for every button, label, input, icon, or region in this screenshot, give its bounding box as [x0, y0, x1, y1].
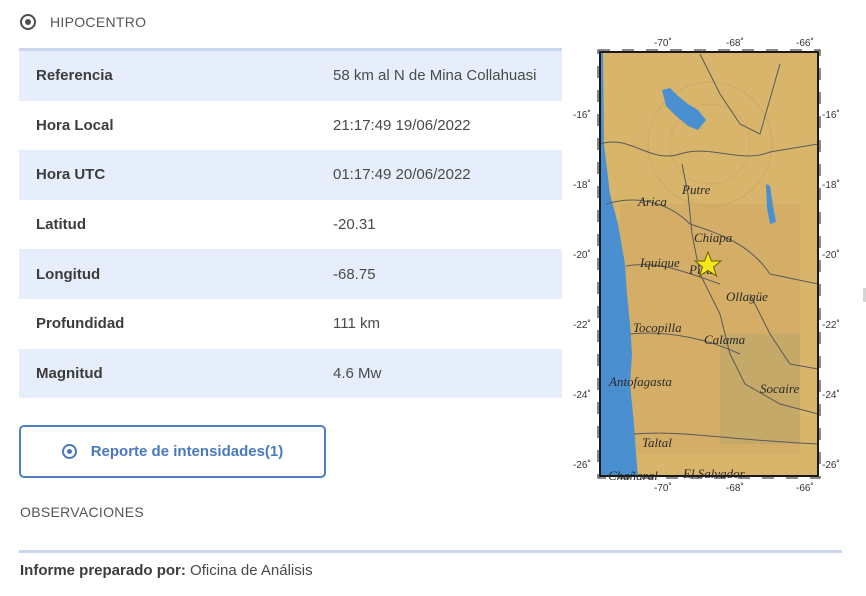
prepared-by-value: Oficina de Análisis	[190, 562, 313, 579]
lat-tick: -20˚	[573, 249, 591, 261]
row-value: 01:17:49 20/06/2022	[333, 166, 471, 184]
row-value: 4.6 Mw	[333, 364, 382, 382]
table-row: Hora UTC 01:17:49 20/06/2022	[19, 150, 562, 200]
row-label: Magnitud	[36, 364, 103, 382]
section-header: HIPOCENTRO	[20, 14, 146, 30]
intensity-report-button[interactable]: Reporte de intensidades(1)	[19, 425, 326, 478]
place-label: Putre	[681, 182, 711, 197]
place-label: Calama	[704, 332, 746, 347]
place-label: Antofagasta	[608, 374, 672, 389]
target-icon	[20, 14, 36, 30]
table-row: Magnitud 4.6 Mw	[19, 348, 562, 399]
section-title: HIPOCENTRO	[50, 14, 147, 30]
row-value: -68.75	[333, 265, 376, 283]
row-value: 111 km	[333, 315, 380, 333]
place-label: Taltal	[642, 435, 672, 450]
prepared-by-label: Informe preparado por:	[20, 562, 186, 579]
lat-tick: -22˚	[822, 319, 840, 331]
divider	[19, 550, 842, 553]
map-svg: -70˚ -68˚ -66˚ -70˚ -68˚ -66˚ -16˚ -18˚ …	[573, 37, 840, 494]
row-label: Longitud	[36, 265, 101, 283]
table-row: Referencia 58 km al N de Mina Collahuasi	[19, 51, 562, 101]
place-label: Socaire	[760, 381, 799, 396]
table-row: Profundidad 111 km	[19, 299, 562, 349]
lon-tick: -70˚	[654, 482, 672, 494]
lat-tick: -26˚	[573, 459, 591, 471]
target-icon	[61, 444, 77, 459]
lon-tick: -68˚	[726, 482, 744, 494]
row-label: Referencia	[36, 67, 113, 85]
row-label: Profundidad	[36, 315, 125, 333]
row-label: Latitud	[36, 216, 86, 234]
row-value: 58 km al N de Mina Collahuasi	[333, 67, 537, 85]
lat-tick: -26˚	[822, 459, 840, 471]
lon-tick: -66˚	[796, 37, 814, 49]
row-value: 21:17:49 19/06/2022	[333, 116, 471, 134]
lat-tick: -18˚	[573, 179, 591, 191]
lon-tick: -70˚	[654, 37, 672, 49]
place-label: Ollagüe	[726, 289, 768, 304]
lat-tick: -16˚	[573, 109, 591, 121]
row-label: Hora Local	[36, 116, 114, 134]
table-row: Latitud -20.31	[19, 200, 562, 250]
place-label: Iquique	[639, 255, 680, 270]
intensity-report-label: Reporte de intensidades(1)	[90, 443, 284, 460]
table-row: Hora Local 21:17:49 19/06/2022	[19, 101, 562, 151]
table-row: Longitud -68.75	[19, 249, 562, 299]
lon-tick: -66˚	[796, 482, 814, 494]
place-label: Chañaral	[608, 468, 658, 483]
lat-tick: -18˚	[822, 179, 840, 191]
hypocenter-table: Referencia 58 km al N de Mina Collahuasi…	[19, 48, 562, 399]
observations-title: OBSERVACIONES	[20, 504, 144, 520]
place-label: Tocopilla	[633, 320, 682, 335]
row-label: Hora UTC	[36, 166, 106, 184]
lat-tick: -16˚	[822, 109, 840, 121]
lat-tick: -22˚	[573, 319, 591, 331]
lat-tick: -20˚	[822, 249, 840, 261]
epicenter-map[interactable]: -70˚ -68˚ -66˚ -70˚ -68˚ -66˚ -16˚ -18˚ …	[570, 34, 852, 494]
place-label: Chiapa	[694, 230, 733, 245]
lat-tick: -24˚	[822, 389, 840, 401]
row-value: -20.31	[333, 216, 376, 234]
prepared-by: Informe preparado por: Oficina de Anális…	[20, 562, 313, 579]
place-label: El Salvador	[682, 466, 746, 481]
lat-tick: -24˚	[573, 389, 591, 401]
place-label: Arica	[637, 194, 667, 209]
lon-tick: -68˚	[726, 37, 744, 49]
